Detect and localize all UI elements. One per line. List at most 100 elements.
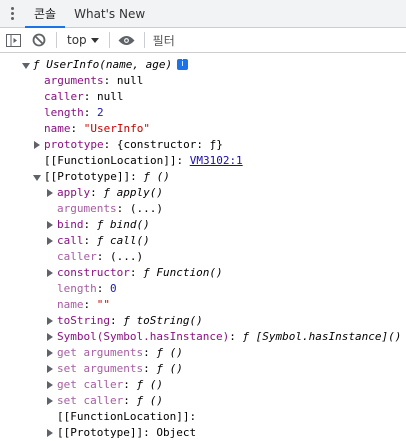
prop-key: Symbol(Symbol.hasInstance) — [57, 330, 230, 343]
expand-triangle-icon[interactable] — [33, 169, 41, 185]
function-signature: ƒ UserInfo(name, age) — [33, 58, 173, 71]
prop-value: {constructor: ƒ} — [116, 138, 223, 151]
property-row[interactable]: [[Prototype]]: Object — [0, 425, 406, 441]
prop-key: length — [57, 282, 97, 295]
property-row: name: "" — [57, 298, 110, 311]
prop-key: length — [44, 106, 84, 119]
expand-triangle-icon[interactable] — [46, 345, 54, 361]
prop-key: set caller — [57, 394, 124, 407]
property-row[interactable]: get caller: ƒ () — [0, 377, 406, 393]
property-row: arguments: null — [44, 74, 144, 87]
expand-triangle-icon[interactable] — [46, 265, 54, 281]
toolbar-divider — [56, 32, 57, 48]
prop-value: ƒ apply() — [103, 186, 163, 199]
console-toolbar: top 필터 — [0, 28, 406, 53]
property-row[interactable]: set arguments: ƒ () — [0, 361, 406, 377]
property-row[interactable]: Symbol(Symbol.hasInstance): ƒ [Symbol.ha… — [0, 329, 406, 345]
expand-triangle-icon[interactable] — [46, 313, 54, 329]
clear-console-button[interactable] — [26, 28, 52, 52]
filter-placeholder: 필터 — [152, 33, 175, 48]
property-row: [[FunctionLocation]]: — [0, 409, 406, 425]
prop-value: (...) — [110, 250, 144, 263]
property-row[interactable]: call: ƒ call() — [0, 233, 406, 249]
clear-icon — [32, 33, 46, 47]
context-selector[interactable]: top — [61, 33, 105, 47]
prop-key: [[FunctionLocation]]: — [57, 410, 197, 423]
prop-key: [[FunctionLocation]] — [44, 154, 177, 167]
prop-value: ƒ [Symbol.hasInstance]() — [242, 330, 402, 343]
prop-key: constructor — [57, 266, 130, 279]
prop-value: ƒ Function() — [143, 266, 223, 279]
property-row[interactable]: prototype: {constructor: ƒ} — [0, 137, 406, 153]
expand-triangle-icon[interactable] — [33, 137, 41, 153]
prop-value: ƒ call() — [96, 234, 150, 247]
prop-value: ƒ () — [136, 394, 163, 407]
prop-key: [[Prototype]] — [44, 170, 131, 183]
prop-value: ƒ () — [143, 170, 170, 183]
prop-key: apply — [57, 186, 91, 199]
prop-value: 2 — [97, 106, 104, 119]
property-row[interactable]: get arguments: ƒ () — [0, 345, 406, 361]
property-row[interactable]: set caller: ƒ () — [0, 393, 406, 409]
property-row[interactable]: constructor: ƒ Function() — [0, 265, 406, 281]
property-row: caller: null — [44, 90, 124, 103]
expand-triangle-icon[interactable] — [46, 185, 54, 201]
prop-key: set arguments — [57, 362, 144, 375]
prop-value: 0 — [110, 282, 117, 295]
prop-value: ƒ () — [136, 378, 163, 391]
expand-triangle-icon[interactable] — [46, 425, 54, 441]
prop-key: arguments — [57, 202, 117, 215]
prop-key: get arguments — [57, 346, 144, 359]
show-sidebar-button[interactable] — [0, 28, 26, 52]
tab-whats-new[interactable]: What's New — [65, 0, 154, 27]
prop-key: name — [44, 122, 71, 135]
property-row[interactable]: bind: ƒ bind() — [0, 217, 406, 233]
prop-value: ƒ () — [156, 362, 183, 375]
prop-key: arguments — [44, 74, 104, 87]
expand-triangle-icon[interactable] — [46, 393, 54, 409]
prop-value: "" — [96, 298, 110, 311]
eye-icon — [118, 35, 135, 45]
expand-triangle-icon[interactable] — [22, 57, 30, 73]
property-row[interactable]: toString: ƒ toString() — [0, 313, 406, 329]
more-options-icon[interactable] — [0, 0, 25, 27]
prop-key: caller — [57, 250, 97, 263]
prop-value: ƒ () — [156, 346, 183, 359]
prop-value: ƒ toString() — [123, 314, 203, 327]
drawer-tabbar: 콘솔 What's New — [0, 0, 406, 28]
object-header-row[interactable]: ƒ UserInfo(name, age) i — [0, 57, 406, 73]
property-row: [[FunctionLocation]]: VM3102:1 — [44, 154, 243, 167]
prop-key: [[Prototype]] — [57, 426, 144, 439]
expand-triangle-icon[interactable] — [46, 217, 54, 233]
property-row[interactable]: apply: ƒ apply() — [0, 185, 406, 201]
prop-value: null — [116, 74, 144, 87]
tab-console-label: 콘솔 — [34, 7, 57, 21]
toolbar-divider — [143, 32, 145, 48]
expand-triangle-icon[interactable] — [46, 377, 54, 393]
property-row: length: 0 — [57, 282, 117, 295]
prop-value: Object — [156, 426, 197, 439]
context-label: top — [67, 33, 87, 47]
property-row[interactable]: caller: (...) — [0, 249, 406, 265]
tab-console[interactable]: 콘솔 — [25, 0, 66, 28]
prop-key: bind — [57, 218, 84, 231]
property-row: name: "UserInfo" — [44, 122, 150, 135]
prop-value: null — [97, 90, 124, 103]
filter-input[interactable]: 필터 — [149, 32, 175, 49]
property-row[interactable]: arguments: (...) — [0, 201, 406, 217]
expand-triangle-icon[interactable] — [46, 361, 54, 377]
tab-whats-new-label: What's New — [74, 6, 146, 21]
expand-triangle-icon[interactable] — [46, 329, 54, 345]
property-row: length: 2 — [44, 106, 104, 119]
function-location-link[interactable]: VM3102:1 — [190, 154, 243, 167]
console-output: ƒ UserInfo(name, age) i arguments: null c… — [0, 53, 406, 441]
prop-value: (...) — [129, 202, 163, 215]
expand-triangle-icon[interactable] — [46, 233, 54, 249]
prop-key: caller — [44, 90, 84, 103]
live-expression-button[interactable] — [114, 28, 140, 52]
prop-key: toString — [57, 314, 110, 327]
prop-value: ƒ bind() — [96, 218, 150, 231]
sidebar-icon — [5, 33, 21, 47]
info-icon[interactable]: i — [177, 59, 188, 70]
property-row[interactable]: [[Prototype]]: ƒ () — [0, 169, 406, 185]
